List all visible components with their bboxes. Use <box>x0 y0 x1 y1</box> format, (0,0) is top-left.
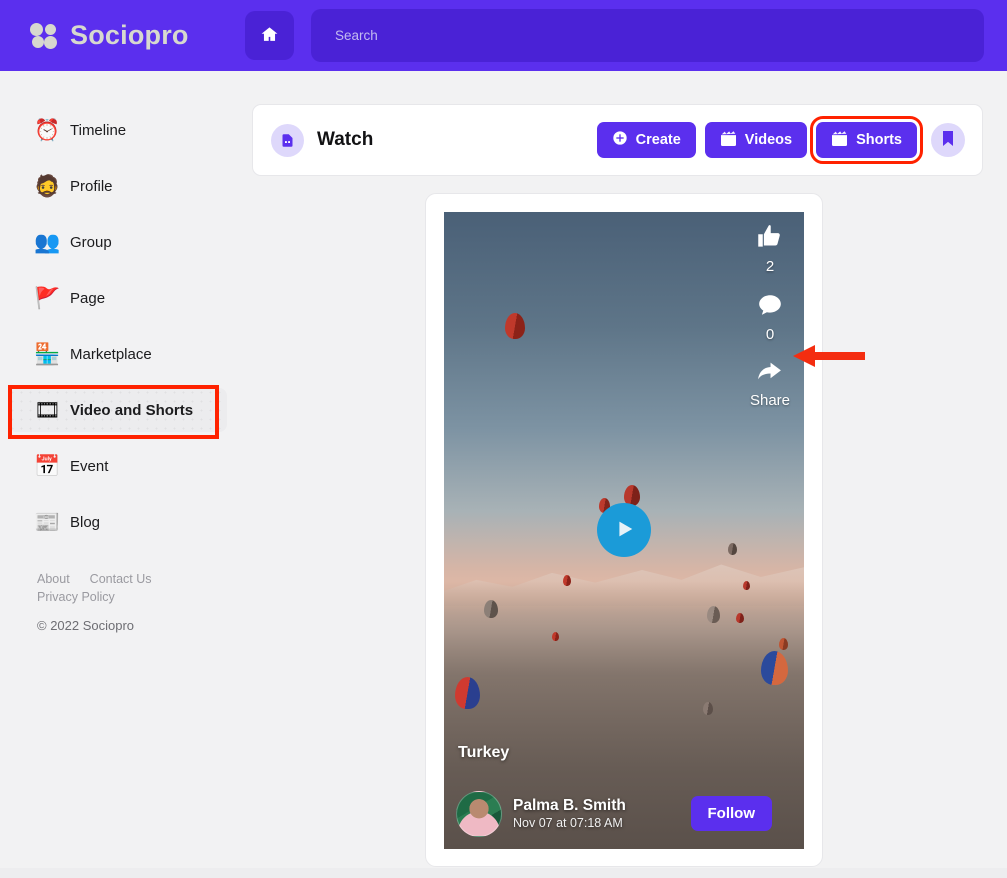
videos-button-label: Videos <box>745 132 792 148</box>
balloon-7 <box>484 600 498 618</box>
film-icon <box>720 131 737 150</box>
home-icon <box>260 25 279 47</box>
like-count: 2 <box>766 258 774 275</box>
watch-header-bar: Watch Create <box>252 104 983 176</box>
film-icon <box>831 131 848 150</box>
sidebar-item-label: Marketplace <box>70 346 152 363</box>
balloon-4 <box>563 575 571 586</box>
sidebar-item-group[interactable]: 👥 Group <box>22 220 221 264</box>
share-arrow-icon <box>756 360 783 389</box>
profile-icon: 🧔 <box>34 176 58 197</box>
balloon-11 <box>552 632 559 641</box>
video-shorts-icon: 🎞 <box>34 400 58 421</box>
bookmark-button[interactable] <box>931 123 965 157</box>
shorts-button-label: Shorts <box>856 132 902 148</box>
video-actions: 2 0 Share <box>750 223 790 409</box>
balloon-0 <box>505 313 525 339</box>
avatar[interactable] <box>456 791 502 837</box>
sidebar-item-video-and-shorts[interactable]: 🎞 Video and Shorts <box>8 388 227 432</box>
horizontal-scrollbar[interactable] <box>0 868 1007 878</box>
brand-name: Sociopro <box>70 20 189 51</box>
balloon-12 <box>455 677 480 709</box>
comment-count: 0 <box>766 326 774 343</box>
balloon-5 <box>728 543 737 555</box>
uploader-row: Palma B. Smith Nov 07 at 07:18 AM Follow <box>456 791 792 837</box>
sidebar-item-label: Timeline <box>70 122 126 139</box>
bookmark-icon <box>942 131 954 149</box>
balloon-14 <box>703 702 713 715</box>
copyright-text: © 2022 Sociopro <box>37 618 235 633</box>
balloon-9 <box>736 613 744 623</box>
sidebar-item-label: Page <box>70 290 105 307</box>
page-flag-icon: 🚩 <box>34 288 58 309</box>
timeline-icon: ⏰ <box>34 120 58 141</box>
uploader-meta: Palma B. Smith Nov 07 at 07:18 AM <box>513 797 626 830</box>
play-icon <box>613 518 635 543</box>
footer-link-privacy-policy[interactable]: Privacy Policy <box>37 590 207 604</box>
video-card: 2 0 Share <box>425 193 823 867</box>
watch-header-actions: Create Videos Shorts <box>597 122 965 158</box>
sidebar-item-blog[interactable]: 📰 Blog <box>22 500 221 544</box>
home-button[interactable] <box>245 11 294 60</box>
balloon-13 <box>761 651 788 685</box>
place-label: Turkey <box>458 744 509 762</box>
follow-button[interactable]: Follow <box>691 796 773 831</box>
thumbs-up-icon <box>756 223 783 255</box>
sidebar-item-label: Blog <box>70 514 100 531</box>
group-icon: 👥 <box>34 232 58 253</box>
shorts-button[interactable]: Shorts <box>816 122 917 158</box>
top-navbar: Sociopro <box>0 0 1007 71</box>
sidebar-item-label: Event <box>70 458 108 475</box>
sidebar-item-timeline[interactable]: ⏰ Timeline <box>22 108 221 152</box>
brand[interactable]: Sociopro <box>30 20 245 51</box>
comment-button[interactable]: 0 <box>757 292 783 343</box>
play-button[interactable] <box>597 503 651 557</box>
sidebar-item-label: Video and Shorts <box>70 402 193 419</box>
search-input[interactable] <box>311 9 984 62</box>
sidebar-item-label: Group <box>70 234 112 251</box>
create-button[interactable]: Create <box>597 122 696 158</box>
four-dots-logo-icon <box>30 23 60 49</box>
plus-circle-icon <box>612 130 628 150</box>
videos-button[interactable]: Videos <box>705 122 807 158</box>
sidebar-footer-links: About Contact Us Privacy Policy <box>37 572 207 604</box>
event-icon: 📅 <box>34 456 58 477</box>
uploader-name: Palma B. Smith <box>513 797 626 815</box>
footer-link-contact-us[interactable]: Contact Us <box>90 572 152 586</box>
sidebar: ⏰ Timeline 🧔 Profile 👥 Group 🚩 Page 🏪 Ma… <box>0 71 235 878</box>
footer-link-about[interactable]: About <box>37 572 70 586</box>
document-watch-icon <box>271 124 304 157</box>
blog-icon: 📰 <box>34 512 58 533</box>
balloon-6 <box>743 581 750 590</box>
sidebar-item-marketplace[interactable]: 🏪 Marketplace <box>22 332 221 376</box>
sidebar-item-page[interactable]: 🚩 Page <box>22 276 221 320</box>
create-button-label: Create <box>636 132 681 148</box>
marketplace-icon: 🏪 <box>34 344 58 365</box>
comment-bubble-icon <box>757 292 783 323</box>
share-button[interactable]: Share <box>750 360 790 409</box>
sidebar-item-profile[interactable]: 🧔 Profile <box>22 164 221 208</box>
balloon-8 <box>707 606 720 623</box>
video-thumbnail[interactable]: 2 0 Share <box>444 212 804 849</box>
uploader-date: Nov 07 at 07:18 AM <box>513 816 626 830</box>
sidebar-item-label: Profile <box>70 178 113 195</box>
page-title: Watch <box>317 129 373 151</box>
sidebar-item-event[interactable]: 📅 Event <box>22 444 221 488</box>
share-label: Share <box>750 392 790 409</box>
like-button[interactable]: 2 <box>756 223 783 275</box>
balloon-10 <box>779 638 788 650</box>
main-content: Watch Create <box>235 71 1007 878</box>
